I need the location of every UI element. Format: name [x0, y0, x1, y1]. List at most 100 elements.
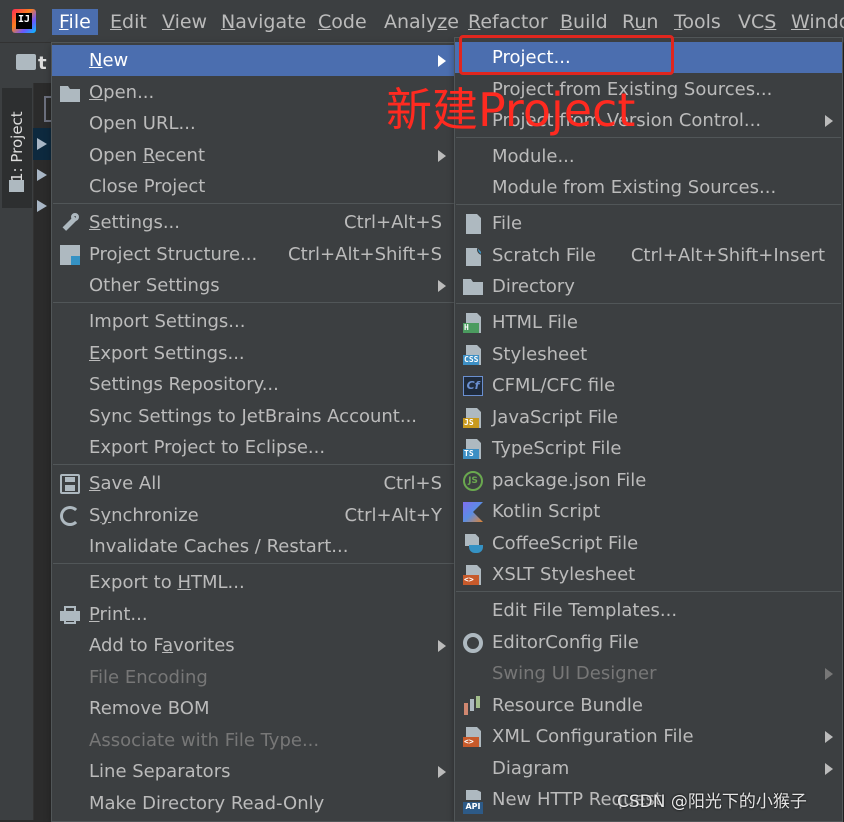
menu-build[interactable]: Build — [553, 9, 615, 35]
menu-refactor[interactable]: Refactor — [461, 9, 555, 35]
file-menu-item-synchronize[interactable]: Synchronize Ctrl+Alt+Y — [52, 500, 455, 531]
new-menu-item-stylesheet[interactable]: CSS Stylesheet — [455, 339, 842, 370]
menu-item-label: Settings Repository... — [89, 374, 279, 395]
new-menu-item-resource-bundle[interactable]: Resource Bundle — [455, 690, 842, 721]
file-menu-item-export-to-html[interactable]: Export to HTML... — [52, 567, 455, 598]
file-menu-item-line-separators[interactable]: Line Separators — [52, 756, 455, 787]
menu-item-label: Kotlin Script — [492, 501, 601, 522]
menu-tools[interactable]: Tools — [667, 9, 728, 35]
file-menu-item-other-settings[interactable]: Other Settings — [52, 270, 455, 301]
menu-item-label: Project Structure... — [89, 244, 258, 265]
new-menu-item-cfml-cfc-file[interactable]: Cf CFML/CFC file — [455, 370, 842, 401]
submenu-arrow-icon — [825, 115, 833, 127]
new-menu-item-swing-ui-designer[interactable]: Swing UI Designer — [455, 658, 842, 689]
file-menu-item-settings[interactable]: Settings... Ctrl+Alt+S — [52, 207, 455, 238]
xml-file-icon: <> — [463, 727, 483, 747]
menu-item-label: Open... — [89, 82, 155, 103]
cfml-file-icon: Cf — [463, 376, 483, 396]
menu-item-label: Remove BOM — [89, 698, 210, 719]
javascript-file-icon: JS — [463, 408, 483, 428]
menu-item-label: New — [89, 50, 129, 71]
new-menu-item-scratch-file[interactable]: Scratch File Ctrl+Alt+Shift+Insert — [455, 240, 842, 271]
file-menu-item-file-encoding[interactable]: File Encoding — [52, 662, 455, 693]
resource-bundle-icon — [463, 696, 483, 716]
file-menu-item-open-recent[interactable]: Open Recent — [52, 140, 455, 171]
menu-item-label: Synchronize — [89, 505, 199, 526]
menu-run[interactable]: Run — [615, 9, 665, 35]
menu-edit[interactable]: Edit — [103, 9, 154, 35]
new-menu-item-javascript-file[interactable]: JS JavaScript File — [455, 402, 842, 433]
new-menu-item-xslt-stylesheet[interactable]: <> XSLT Stylesheet — [455, 559, 842, 590]
shortcut-label: Ctrl+Alt+S — [344, 212, 442, 233]
new-menu-item-file[interactable]: File — [455, 208, 842, 239]
submenu-arrow-icon — [438, 640, 446, 652]
new-menu-item-html-file[interactable]: H HTML File — [455, 307, 842, 338]
menu-vcs[interactable]: VCS — [731, 9, 783, 35]
menu-item-label: Make Directory Read-Only — [89, 793, 325, 814]
project-name-fragment: t — [38, 53, 47, 74]
new-menu-item-module[interactable]: Module... — [455, 141, 842, 172]
file-menu-item-import-settings[interactable]: Import Settings... — [52, 306, 455, 337]
tree-expand-arrow-icon[interactable] — [37, 138, 47, 150]
menu-item-label: Directory — [492, 276, 575, 297]
menu-separator — [456, 591, 841, 592]
kotlin-icon — [463, 502, 483, 522]
new-submenu: Project... Project from Existing Sources.… — [454, 37, 843, 822]
submenu-arrow-icon — [825, 763, 833, 775]
menu-analyze[interactable]: Analyze — [377, 9, 466, 35]
menu-item-label: Sync Settings to JetBrains Account... — [89, 406, 418, 427]
menu-item-label: TypeScript File — [492, 438, 622, 459]
new-menu-item-diagram[interactable]: Diagram — [455, 753, 842, 784]
menu-windo[interactable]: Windo — [784, 9, 844, 35]
new-menu-item-coffeescript-file[interactable]: CoffeeScript File — [455, 528, 842, 559]
new-menu-item-editorconfig-file[interactable]: EditorConfig File — [455, 627, 842, 658]
submenu-arrow-icon — [438, 280, 446, 292]
new-menu-item-kotlin-script[interactable]: Kotlin Script — [455, 496, 842, 527]
menu-item-label: Close Project — [89, 176, 206, 197]
file-menu-item-project-structure[interactable]: Project Structure... Ctrl+Alt+Shift+S — [52, 239, 455, 270]
new-menu-item-directory[interactable]: Directory — [455, 271, 842, 302]
save-icon — [60, 474, 80, 494]
file-menu-item-add-to-favorites[interactable]: Add to Favorites — [52, 630, 455, 661]
menu-item-label: Export Project to Eclipse... — [89, 437, 326, 458]
menu-item-label: Print... — [89, 604, 148, 625]
file-menu-item-save-all[interactable]: Save All Ctrl+S — [52, 468, 455, 499]
menu-view[interactable]: View — [155, 9, 214, 35]
new-menu-item-module-from-existing-sources[interactable]: Module from Existing Sources... — [455, 172, 842, 203]
new-menu-item-edit-file-templates[interactable]: Edit File Templates... — [455, 595, 842, 626]
menu-navigate[interactable]: Navigate — [214, 9, 313, 35]
tree-expand-arrow-icon[interactable] — [37, 169, 47, 181]
shortcut-label: Ctrl+Alt+Y — [344, 505, 442, 526]
file-menu-item-new[interactable]: New — [52, 45, 455, 76]
file-menu-item-print[interactable]: Print... — [52, 599, 455, 630]
project-folder-icon — [16, 54, 36, 70]
file-menu-item-sync-settings-to-jetbrains-account[interactable]: Sync Settings to JetBrains Account... — [52, 401, 455, 432]
menu-item-label: XML Configuration File — [492, 726, 694, 747]
menu-item-label: package.json File — [492, 470, 647, 491]
file-menu-item-settings-repository[interactable]: Settings Repository... — [52, 369, 455, 400]
menu-separator — [456, 303, 841, 304]
highlight-box — [459, 35, 674, 75]
file-menu-item-close-project[interactable]: Close Project — [52, 171, 455, 202]
new-menu-item-typescript-file[interactable]: TS TypeScript File — [455, 433, 842, 464]
file-menu-item-remove-bom[interactable]: Remove BOM — [52, 693, 455, 724]
menu-file[interactable]: File — [52, 9, 98, 35]
menu-item-label: Invalidate Caches / Restart... — [89, 536, 349, 557]
submenu-arrow-icon — [438, 55, 446, 67]
file-menu-item-make-directory-read-only[interactable]: Make Directory Read-Only — [52, 788, 455, 819]
file-menu-item-invalidate-caches-restart[interactable]: Invalidate Caches / Restart... — [52, 531, 455, 562]
new-menu-item-package-json-file[interactable]: JS package.json File — [455, 465, 842, 496]
new-menu-item-xml-configuration-file[interactable]: <> XML Configuration File — [455, 721, 842, 752]
menu-item-label: Scratch File — [492, 245, 596, 266]
menu-item-label: Export Settings... — [89, 343, 245, 364]
printer-icon — [60, 605, 80, 625]
file-menu-item-export-settings[interactable]: Export Settings... — [52, 338, 455, 369]
menu-code[interactable]: Code — [311, 9, 374, 35]
directory-icon — [463, 279, 483, 295]
tree-expand-arrow-icon[interactable] — [37, 200, 47, 212]
file-menu-item-associate-with-file-type[interactable]: Associate with File Type... — [52, 725, 455, 756]
typescript-file-icon: TS — [463, 439, 483, 459]
menu-item-label: Other Settings — [89, 275, 220, 296]
wrench-icon — [60, 213, 80, 233]
file-menu-item-export-project-to-eclipse[interactable]: Export Project to Eclipse... — [52, 432, 455, 463]
